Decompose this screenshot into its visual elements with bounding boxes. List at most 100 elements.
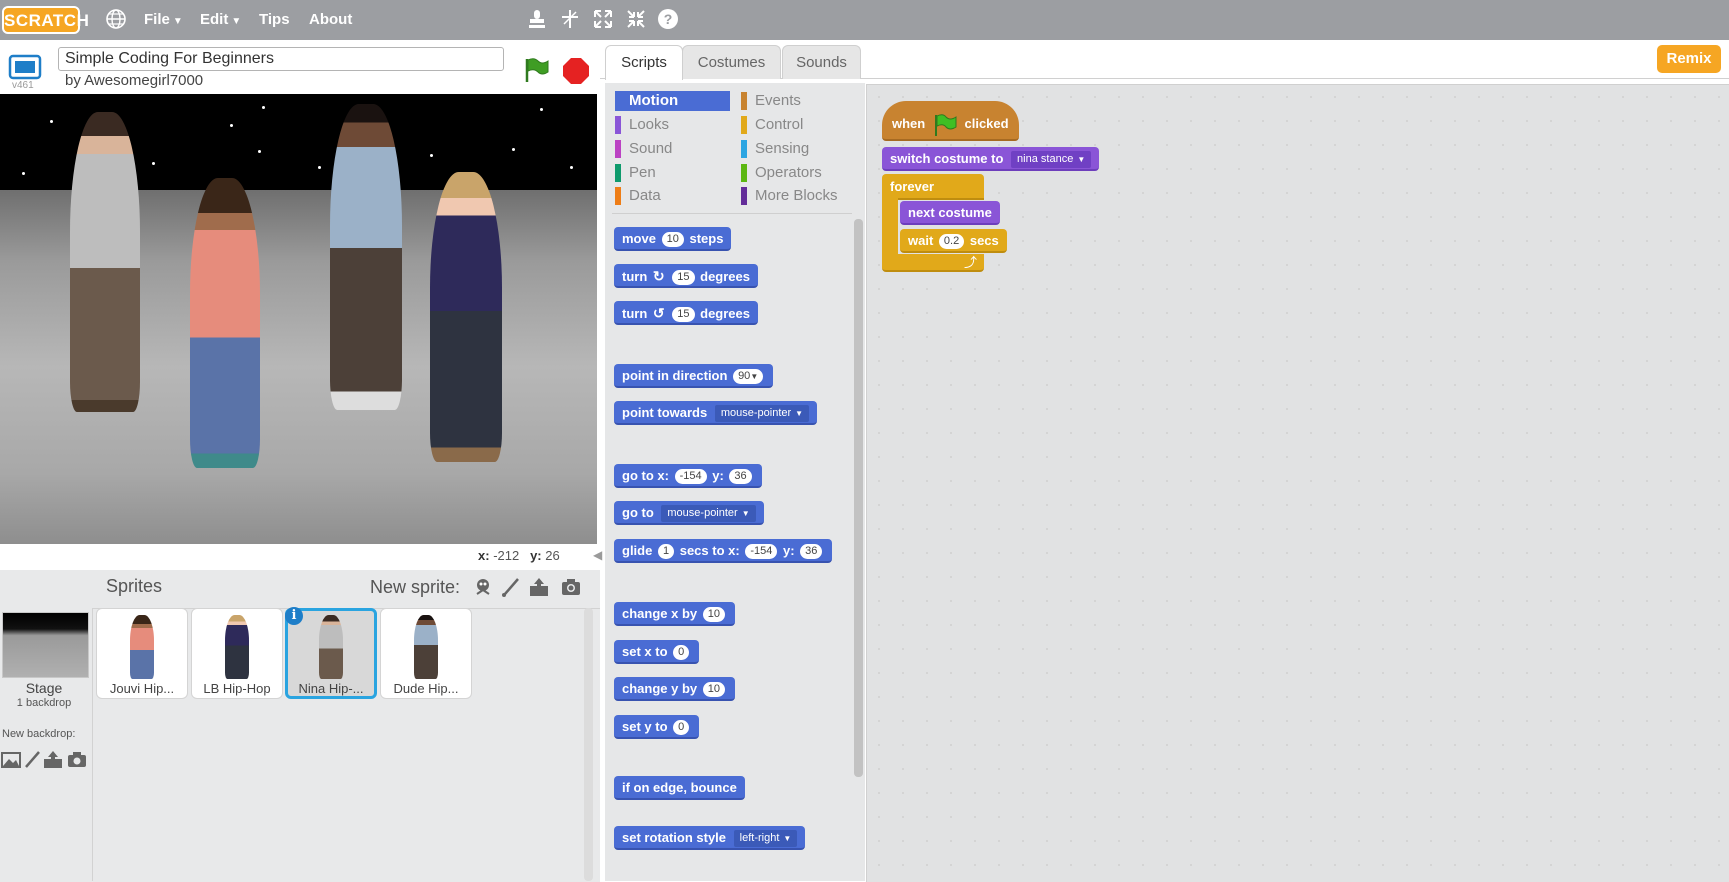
block-number-input[interactable]: 0 [673,645,690,661]
globe-icon[interactable] [104,8,128,32]
block-number-input[interactable]: 36 [800,544,823,560]
stage-canvas[interactable] [0,94,597,544]
rotate-clockwise-icon: ↻ [652,268,665,284]
stage-thumbnail[interactable] [2,612,89,678]
block-number-input[interactable]: 0.2 [938,234,965,250]
collapse-stage-icon[interactable]: ◀ [593,548,603,566]
scratch-logo[interactable]: SCRATCH [2,6,89,34]
category-events[interactable]: Events [741,91,861,111]
tips-menu[interactable]: Tips [259,0,290,40]
block-switch-costume[interactable]: switch costume to nina stance ▼ [882,147,1100,171]
category-control[interactable]: Control [741,115,861,135]
file-menu[interactable]: File ▼ [144,0,183,40]
remix-button[interactable]: Remix [1657,45,1721,73]
help-icon[interactable]: ? [656,8,680,32]
shrink-icon[interactable] [624,8,648,32]
sprite-name: Dude Hip... [393,681,459,696]
block-change-x[interactable]: change x by 10 [614,602,736,626]
block-wait[interactable]: wait 0.2 secs [900,229,1007,253]
block-number-input[interactable]: -154 [674,469,707,485]
upload-icon[interactable] [528,576,550,598]
sprite-tile-jouvi[interactable]: Jouvi Hip... [96,608,188,699]
camera-backdrop-icon[interactable] [67,750,87,770]
target-dropdown[interactable]: mouse-pointer ▼ [661,505,756,523]
sprite-nina[interactable] [70,112,140,412]
paint-backdrop-icon[interactable] [22,750,42,770]
grow-icon[interactable] [591,8,615,32]
green-flag-icon[interactable] [522,57,550,83]
tab-scripts[interactable]: Scripts [605,45,683,80]
sprite-dude[interactable] [330,104,402,410]
color-swatch [741,140,747,158]
stop-icon[interactable] [562,57,590,85]
block-number-input[interactable]: 10 [702,607,726,623]
sprite-list-scrollbar[interactable] [584,608,593,881]
sprite-jouvi[interactable] [190,178,260,468]
block-number-input[interactable]: 36 [729,469,752,485]
paint-brush-icon[interactable] [500,576,522,598]
block-point-towards[interactable]: point towards mouse-pointer ▼ [614,401,818,425]
block-when-flag-clicked[interactable]: when clicked [882,101,1019,141]
edit-menu[interactable]: Edit ▼ [200,0,241,40]
block-if-on-edge-bounce[interactable]: if on edge, bounce [614,776,745,800]
chevron-down-icon: ▼ [231,16,242,27]
tab-costumes[interactable]: Costumes [682,45,781,79]
block-text: when [892,116,926,131]
upload-backdrop-icon[interactable] [43,750,63,770]
duplicate-stamp-icon[interactable] [525,8,549,32]
sprite-info-icon[interactable]: i [285,607,303,625]
file-menu-label: File [144,11,170,28]
block-go-to[interactable]: go to mouse-pointer ▼ [614,501,764,525]
direction-dropdown[interactable]: 90▼ [733,369,764,385]
project-title-input[interactable] [58,47,504,71]
category-motion[interactable]: Motion [615,91,730,111]
block-glide[interactable]: glide 1 secs to x: -154 y: 36 [614,539,833,563]
target-dropdown[interactable]: mouse-pointer ▼ [714,405,810,423]
block-number-input[interactable]: -154 [745,544,778,560]
category-more-blocks[interactable]: More Blocks [741,186,861,206]
sprite-lb[interactable] [430,172,502,462]
block-number-input[interactable]: 1 [657,544,675,560]
block-text: change y by [622,681,698,696]
category-operators[interactable]: Operators [741,163,861,183]
block-number-input[interactable]: 15 [672,270,695,286]
rotation-style-dropdown[interactable]: left-right ▼ [733,830,798,848]
block-go-to-xy[interactable]: go to x: -154 y: 36 [614,464,762,488]
block-set-x[interactable]: set x to 0 [614,640,700,664]
block-move-steps[interactable]: move 10 steps [614,227,732,251]
block-number-input[interactable]: 15 [672,307,695,323]
category-sound[interactable]: Sound [615,139,730,159]
tab-sounds[interactable]: Sounds [782,45,861,79]
camera-icon[interactable] [560,576,582,598]
sprite-tile-dude[interactable]: Dude Hip... [380,608,472,699]
sprite-name: Nina Hip-... [298,681,364,696]
block-number-input[interactable]: 0 [673,720,690,736]
color-swatch [741,92,747,110]
category-data[interactable]: Data [615,186,730,206]
block-number-input[interactable]: 10 [661,232,684,248]
block-turn-left[interactable]: turn ↺ 15 degrees [614,301,759,325]
block-change-y[interactable]: change y by 10 [614,677,736,701]
about-menu[interactable]: About [309,0,352,40]
block-point-in-direction[interactable]: point in direction 90▼ [614,364,774,388]
sprite-library-icon[interactable] [472,576,494,598]
block-turn-right[interactable]: turn ↻ 15 degrees [614,264,759,288]
new-backdrop-label: New backdrop: [2,728,76,740]
delete-cut-icon[interactable] [558,8,582,32]
category-pen[interactable]: Pen [615,163,730,183]
star [262,106,265,109]
sprite-tile-lb[interactable]: LB Hip-Hop [191,608,283,699]
chevron-down-icon: ▼ [741,509,750,519]
block-next-costume[interactable]: next costume [900,201,1000,225]
block-set-rotation-style[interactable]: set rotation style left-right ▼ [614,826,806,850]
category-sensing[interactable]: Sensing [741,139,861,159]
block-number-input[interactable]: 10 [702,682,726,698]
palette-scrollbar[interactable] [854,219,863,777]
fullscreen-icon[interactable] [8,54,42,82]
costume-dropdown[interactable]: nina stance ▼ [1011,151,1092,169]
block-set-y[interactable]: set y to 0 [614,715,700,739]
mouse-x-label: x: [478,548,490,563]
category-looks[interactable]: Looks [615,115,730,135]
backdrop-library-icon[interactable] [1,750,21,770]
category-label: Control [755,116,804,133]
